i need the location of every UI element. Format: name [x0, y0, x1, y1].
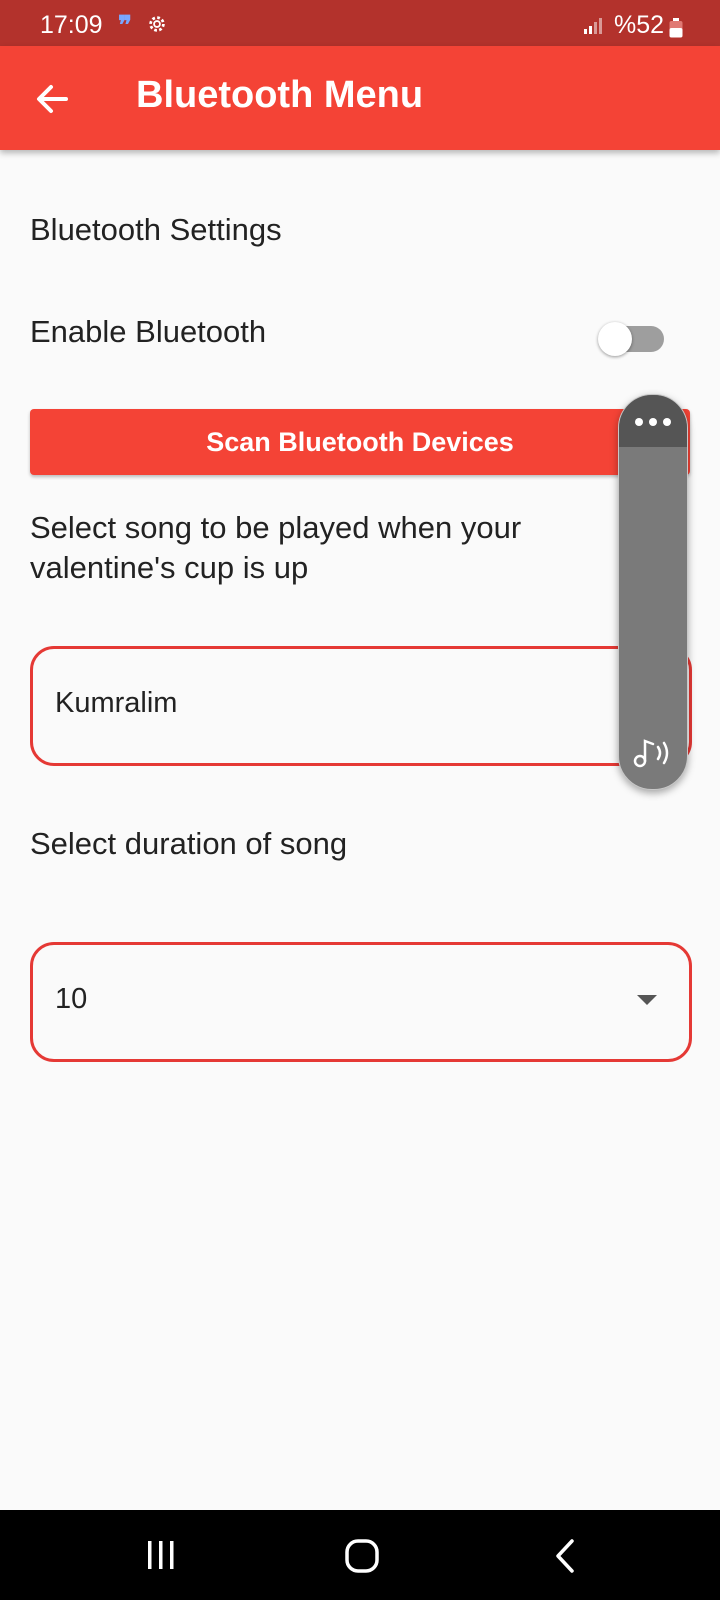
- duration-select-value: 10: [55, 983, 88, 1015]
- music-note-sound-icon[interactable]: [631, 735, 675, 771]
- status-bar: 17:09 ❞ %52: [0, 0, 720, 46]
- enable-bluetooth-label: Enable Bluetooth: [30, 314, 267, 349]
- back-arrow-icon[interactable]: [30, 76, 76, 122]
- duration-label: Select duration of song: [30, 826, 348, 861]
- recents-icon[interactable]: [146, 1540, 176, 1570]
- quote-icon: ❞: [118, 10, 132, 40]
- battery-icon: [669, 18, 683, 38]
- scan-devices-button[interactable]: Scan Bluetooth Devices: [30, 409, 690, 475]
- home-icon[interactable]: [344, 1538, 380, 1574]
- battery-percentage: %52: [614, 11, 665, 39]
- floating-edge-panel[interactable]: [618, 394, 688, 790]
- duration-select[interactable]: 10: [30, 942, 692, 1062]
- signal-icon: [584, 18, 602, 34]
- song-select[interactable]: Kumralim: [30, 646, 692, 766]
- section-title: Bluetooth Settings: [30, 212, 282, 247]
- song-prompt-label: Select song to be played when your valen…: [30, 510, 522, 585]
- gear-icon: [149, 16, 165, 32]
- song-select-value: Kumralim: [55, 687, 178, 719]
- floating-panel-header[interactable]: [619, 395, 687, 447]
- dropdown-arrow-icon: [637, 995, 657, 1005]
- status-time: 17:09: [40, 11, 103, 39]
- system-nav-bar: [0, 1510, 720, 1600]
- toggle-thumb: [598, 322, 632, 356]
- enable-bluetooth-toggle[interactable]: [598, 322, 666, 356]
- back-icon[interactable]: [554, 1538, 576, 1574]
- page-title: Bluetooth Menu: [136, 74, 424, 116]
- more-horizontal-icon[interactable]: [634, 417, 672, 427]
- app-bar: Bluetooth Menu: [0, 46, 720, 150]
